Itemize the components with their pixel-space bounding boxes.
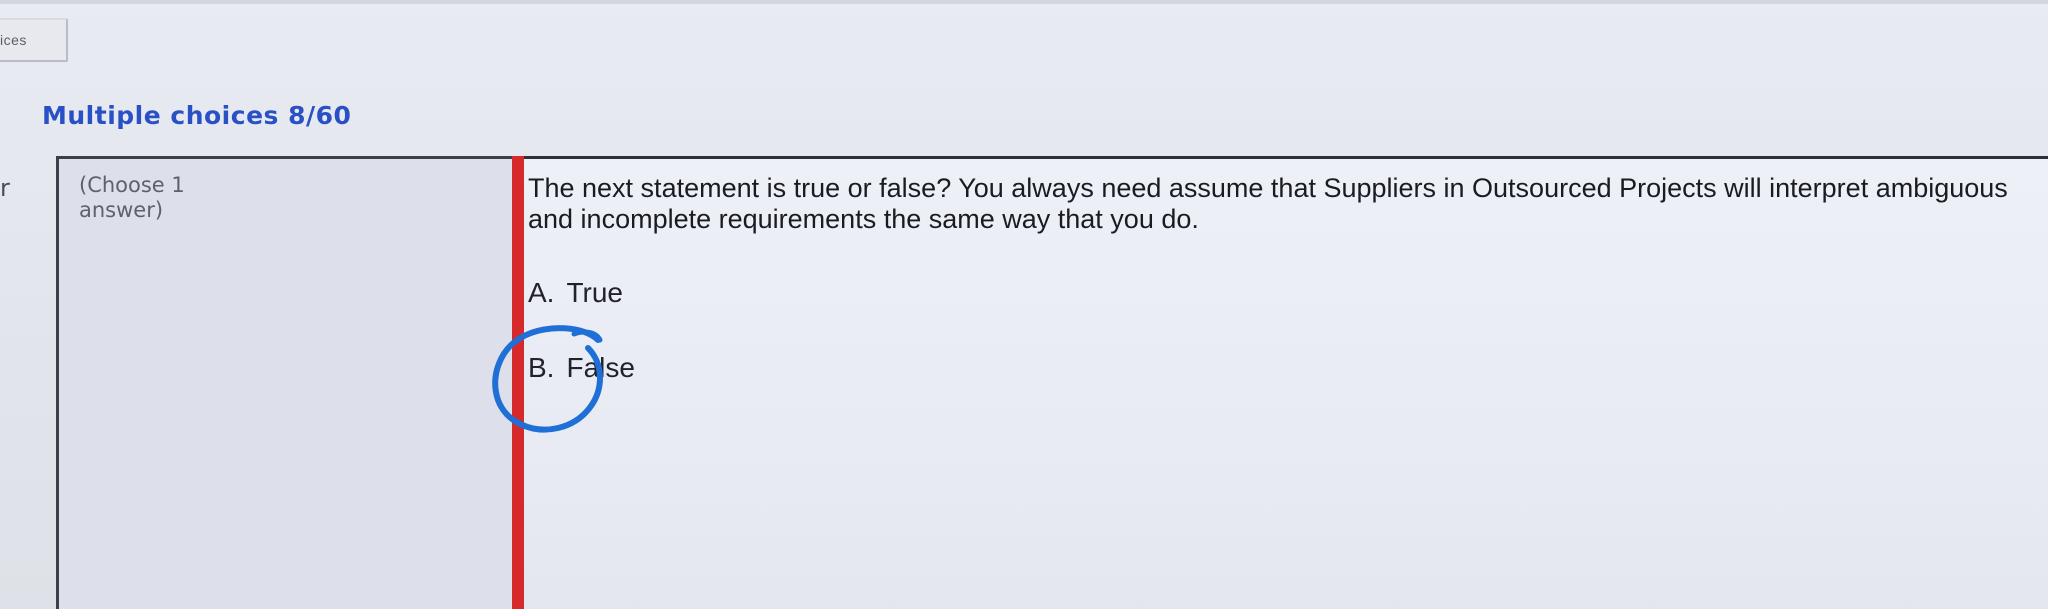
option-letter: A.	[528, 277, 555, 308]
page-title: Multiple choices 8/60	[42, 101, 352, 130]
section-tab-label: ices	[0, 32, 27, 48]
row-marker: r	[0, 174, 10, 202]
quiz-screen: ices Multiple choices 8/60 r (Choose 1 a…	[0, 0, 2048, 609]
handwritten-circle-annotation	[492, 325, 604, 433]
question-panel: The next statement is true or false? You…	[524, 156, 2048, 609]
top-divider	[0, 0, 2048, 4]
question-text: The next statement is true or false? You…	[528, 173, 2008, 234]
answer-option-a[interactable]: A. True	[528, 277, 623, 309]
instruction-panel: (Choose 1 answer)	[56, 156, 516, 609]
instruction-text: (Choose 1 answer)	[79, 173, 185, 222]
option-label: True	[566, 277, 624, 308]
